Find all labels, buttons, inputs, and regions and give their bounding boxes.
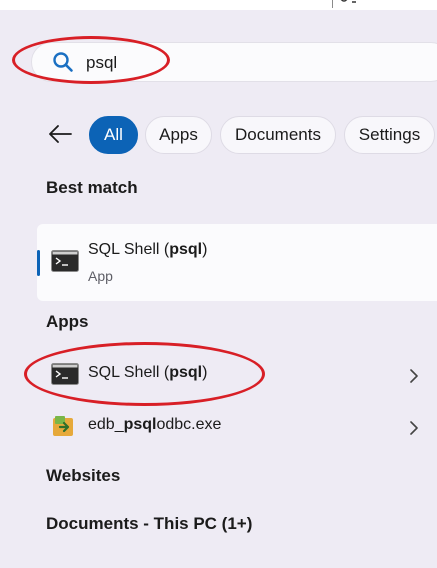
tab-documents-label: Documents	[235, 125, 321, 144]
tab-apps-label: Apps	[159, 125, 198, 144]
chevron-right-icon[interactable]	[409, 369, 419, 383]
documents-header[interactable]: Documents - This PC (1+)	[46, 514, 252, 534]
best-match-title: SQL Shell (psql)	[88, 241, 208, 258]
window-top-strip	[0, 0, 437, 10]
websites-header[interactable]: Websites	[46, 466, 120, 486]
terminal-icon	[51, 363, 79, 385]
terminal-icon	[51, 250, 79, 272]
search-query-text[interactable]: psql	[86, 53, 117, 73]
tab-apps[interactable]: Apps	[145, 116, 212, 154]
search-input[interactable]: psql	[31, 42, 437, 82]
tab-settings-label: Settings	[358, 125, 421, 144]
tab-settings[interactable]: Settings	[344, 116, 435, 154]
selection-indicator	[37, 250, 40, 276]
tab-all-label: All	[104, 125, 123, 144]
best-match-type: App	[88, 268, 113, 284]
app-title: edb_psqlodbc.exe	[88, 416, 222, 433]
cropped-content-fragment	[340, 0, 356, 3]
chevron-right-icon[interactable]	[409, 421, 419, 435]
list-item[interactable]: edb_psqlodbc.exe	[37, 406, 437, 448]
apps-header: Apps	[46, 312, 89, 331]
app-title: SQL Shell (psql)	[88, 364, 208, 381]
search-icon	[53, 52, 73, 72]
list-item[interactable]: SQL Shell (psql)	[37, 354, 437, 396]
tab-all[interactable]: All	[89, 116, 138, 154]
best-match-result[interactable]: SQL Shell (psql) App	[37, 224, 437, 301]
back-arrow-icon[interactable]	[47, 124, 73, 144]
installer-icon	[53, 416, 73, 436]
best-match-header: Best match	[46, 178, 138, 197]
top-divider	[332, 0, 333, 8]
tab-documents[interactable]: Documents	[220, 116, 336, 154]
start-search-panel: psql All Apps Documents Settings Best ma…	[0, 10, 437, 568]
